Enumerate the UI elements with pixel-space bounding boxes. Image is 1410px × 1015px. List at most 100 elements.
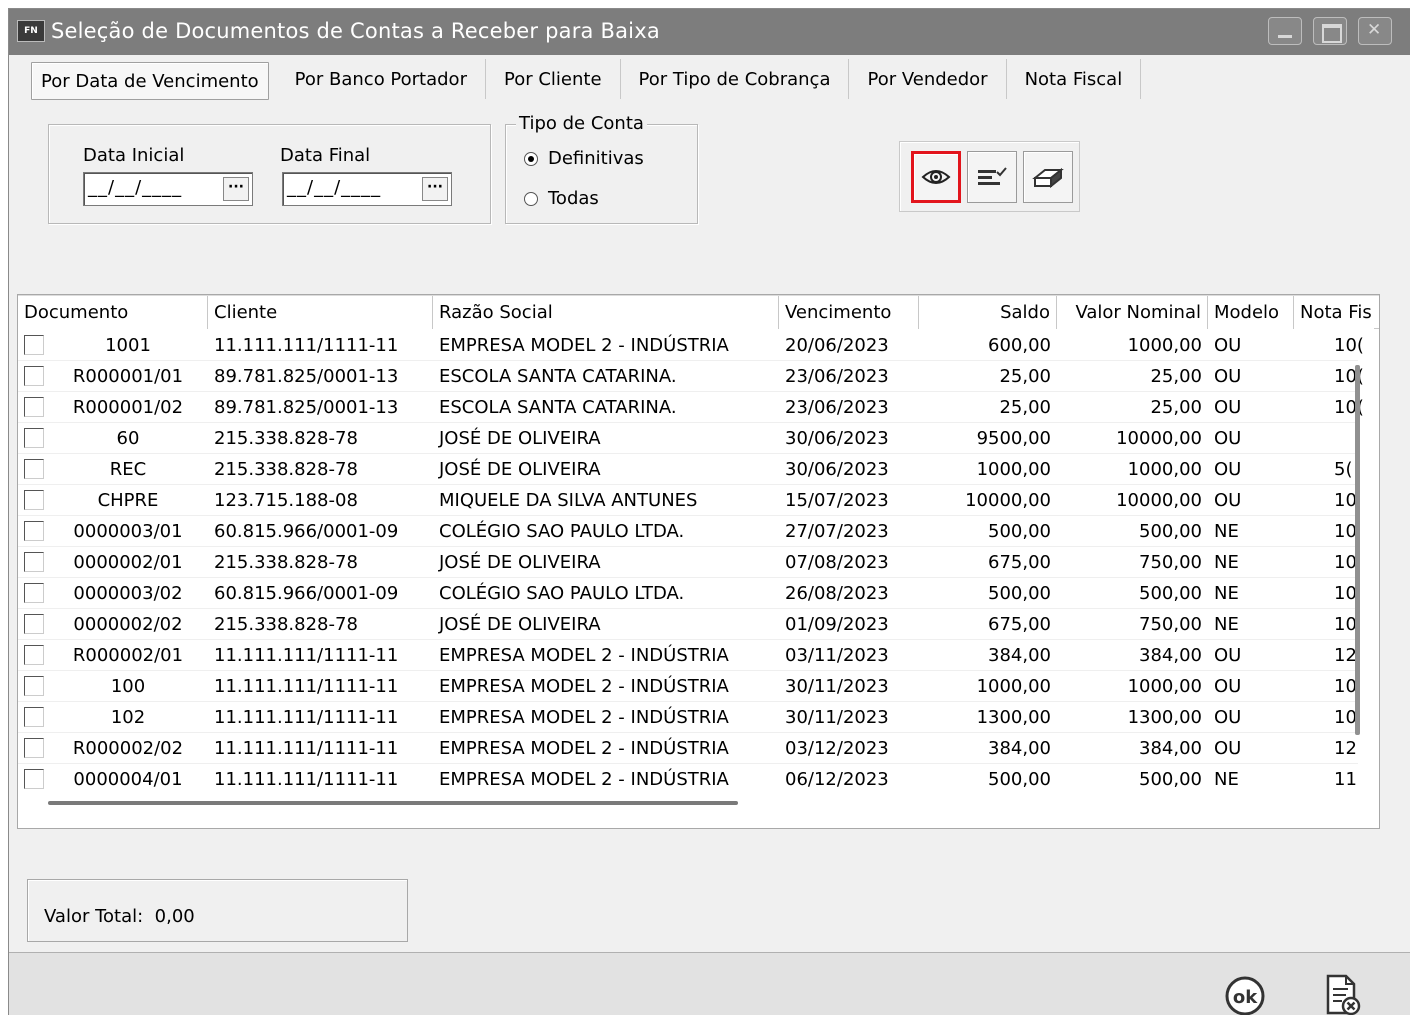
clear-button[interactable] — [1023, 151, 1073, 203]
row-checkbox[interactable] — [24, 676, 44, 696]
col-cliente[interactable]: Cliente — [208, 296, 433, 329]
tab-por-vendedor[interactable]: Por Vendedor — [849, 59, 1007, 99]
cell-razao-social: EMPRESA MODEL 2 - INDÚSTRIA — [439, 707, 729, 728]
minimize-button[interactable] — [1268, 17, 1302, 45]
table-row[interactable]: REC 215.338.828-78 JOSÉ DE OLIVEIRA 30/06/2… — [18, 454, 1358, 485]
cell-modelo: OU — [1214, 335, 1242, 356]
horizontal-scrollbar[interactable] — [48, 801, 738, 805]
table-row[interactable]: R000001/02 89.781.825/0001-13 ESCOLA SANTA… — [18, 392, 1364, 423]
cell-modelo: OU — [1214, 459, 1242, 480]
maximize-button[interactable] — [1313, 17, 1347, 45]
cell-valor-nominal: 384,00 — [1139, 645, 1202, 666]
tab-nota-fiscal[interactable]: Nota Fiscal — [1007, 59, 1142, 99]
table-row[interactable]: R000001/01 89.781.825/0001-13 ESCOLA SANTA… — [18, 361, 1364, 392]
cell-modelo: OU — [1214, 490, 1242, 511]
main-window: FN Seleção de Documentos de Contas a Rec… — [8, 8, 1410, 1015]
action-toolbar — [899, 141, 1080, 212]
cell-documento: R000002/01 — [72, 645, 184, 666]
table-row[interactable]: 102 11.111.111/1111-11 EMPRESA MODEL 2 - I… — [18, 702, 1358, 733]
table-row[interactable]: R000002/01 11.111.111/1111-11 EMPRESA MODE… — [18, 640, 1358, 671]
row-checkbox[interactable] — [24, 521, 44, 541]
grid-header: Documento Cliente Razão Social Venciment… — [18, 295, 1379, 329]
col-saldo[interactable]: Saldo — [919, 296, 1057, 329]
tab-por-data-vencimento[interactable]: Por Data de Vencimento — [31, 62, 269, 100]
table-row[interactable]: 1001 11.111.111/1111-11 EMPRESA MODEL 2 - … — [18, 330, 1364, 361]
cell-vencimento: 30/11/2023 — [785, 676, 889, 697]
cell-razao-social: EMPRESA MODEL 2 - INDÚSTRIA — [439, 676, 729, 697]
cell-saldo: 600,00 — [988, 335, 1051, 356]
row-checkbox[interactable] — [24, 645, 44, 665]
cell-vencimento: 03/11/2023 — [785, 645, 889, 666]
table-row[interactable]: 0000003/02 60.815.966/0001-09 COLÉGIO SAO … — [18, 578, 1358, 609]
row-checkbox[interactable] — [24, 366, 44, 386]
row-checkbox[interactable] — [24, 428, 44, 448]
select-filter-button[interactable] — [967, 151, 1017, 203]
cell-razao-social: EMPRESA MODEL 2 - INDÚSTRIA — [439, 738, 729, 759]
row-checkbox[interactable] — [24, 459, 44, 479]
cell-valor-nominal: 10000,00 — [1116, 428, 1202, 449]
col-vencimento[interactable]: Vencimento — [779, 296, 919, 329]
table-row[interactable]: 0000003/01 60.815.966/0001-09 COLÉGIO SAO … — [18, 516, 1358, 547]
row-checkbox[interactable] — [24, 490, 44, 510]
cell-valor-nominal: 25,00 — [1150, 366, 1202, 387]
radio-definitivas[interactable]: Definitivas — [524, 148, 644, 169]
row-checkbox[interactable] — [24, 707, 44, 727]
data-inicial-picker-button[interactable]: ··· — [223, 177, 249, 201]
cell-cliente: 11.111.111/1111-11 — [214, 769, 399, 790]
exit-button[interactable] — [1322, 973, 1362, 1015]
data-final-field[interactable]: __/__/____ ··· — [282, 172, 452, 206]
cell-valor-nominal: 500,00 — [1139, 521, 1202, 542]
cell-cliente: 215.338.828-78 — [214, 614, 358, 635]
table-row[interactable]: 0000002/02 215.338.828-78 JOSÉ DE OLIVEIRA… — [18, 609, 1358, 640]
eye-icon — [921, 170, 951, 184]
cell-documento: CHPRE — [97, 490, 159, 511]
row-checkbox[interactable] — [24, 335, 44, 355]
row-checkbox[interactable] — [24, 738, 44, 758]
tab-por-cliente[interactable]: Por Cliente — [486, 59, 621, 99]
tab-por-banco-portador[interactable]: Por Banco Portador — [277, 59, 486, 99]
cell-valor-nominal: 10000,00 — [1116, 490, 1202, 511]
data-final-picker-button[interactable]: ··· — [422, 177, 448, 201]
col-razao-social[interactable]: Razão Social — [433, 296, 779, 329]
radio-todas-label: Todas — [548, 188, 599, 209]
vertical-scrollbar[interactable] — [1355, 365, 1360, 735]
view-button[interactable] — [911, 151, 961, 203]
cell-modelo: OU — [1214, 366, 1242, 387]
radio-todas[interactable]: Todas — [524, 188, 599, 209]
col-modelo[interactable]: Modelo — [1208, 296, 1294, 329]
row-checkbox[interactable] — [24, 769, 44, 789]
cell-documento: 0000002/01 — [73, 552, 183, 573]
close-button[interactable] — [1358, 17, 1392, 45]
table-row[interactable]: 100 11.111.111/1111-11 EMPRESA MODEL 2 - I… — [18, 671, 1358, 702]
cell-modelo: NE — [1214, 552, 1239, 573]
tab-bar: Por Data de Vencimento Por Banco Portado… — [31, 59, 1142, 103]
row-checkbox[interactable] — [24, 397, 44, 417]
bottom-bar: ok — [9, 952, 1410, 1015]
tipo-conta-group: Tipo de Conta Definitivas Todas — [505, 113, 698, 224]
table-row[interactable]: CHPRE 123.715.188-08 MIQUELE DA SILVA ANTU… — [18, 485, 1358, 516]
cell-vencimento: 23/06/2023 — [785, 397, 889, 418]
col-nota-fiscal[interactable]: Nota Fis — [1294, 296, 1374, 329]
data-inicial-field[interactable]: __/__/____ ··· — [83, 172, 253, 206]
data-inicial-label: Data Inicial — [83, 145, 185, 166]
table-row[interactable]: 0000004/01 11.111.111/1111-11 EMPRESA MODE… — [18, 764, 1358, 790]
table-row[interactable]: R000002/02 11.111.111/1111-11 EMPRESA MODE… — [18, 733, 1358, 764]
col-valor-nominal[interactable]: Valor Nominal — [1057, 296, 1208, 329]
col-documento[interactable]: Documento — [18, 296, 208, 329]
tab-por-tipo-cobranca[interactable]: Por Tipo de Cobrança — [621, 59, 850, 99]
row-checkbox[interactable] — [24, 614, 44, 634]
ok-button[interactable]: ok — [1224, 975, 1266, 1015]
cell-nota-fiscal: 10 — [1334, 676, 1357, 697]
row-checkbox[interactable] — [24, 583, 44, 603]
table-row[interactable]: 60 215.338.828-78 JOSÉ DE OLIVEIRA 30/06/20… — [18, 423, 1358, 454]
row-checkbox[interactable] — [24, 552, 44, 572]
cell-razao-social: ESCOLA SANTA CATARINA. — [439, 366, 677, 387]
cell-razao-social: JOSÉ DE OLIVEIRA — [439, 614, 601, 635]
cell-cliente: 11.111.111/1111-11 — [214, 676, 399, 697]
cell-vencimento: 06/12/2023 — [785, 769, 889, 790]
table-row[interactable]: 0000002/01 215.338.828-78 JOSÉ DE OLIVEIRA… — [18, 547, 1358, 578]
cell-valor-nominal: 1000,00 — [1127, 676, 1202, 697]
cell-nota-fiscal: 12 — [1334, 738, 1357, 759]
cell-vencimento: 03/12/2023 — [785, 738, 889, 759]
cell-documento: 0000003/02 — [73, 583, 183, 604]
